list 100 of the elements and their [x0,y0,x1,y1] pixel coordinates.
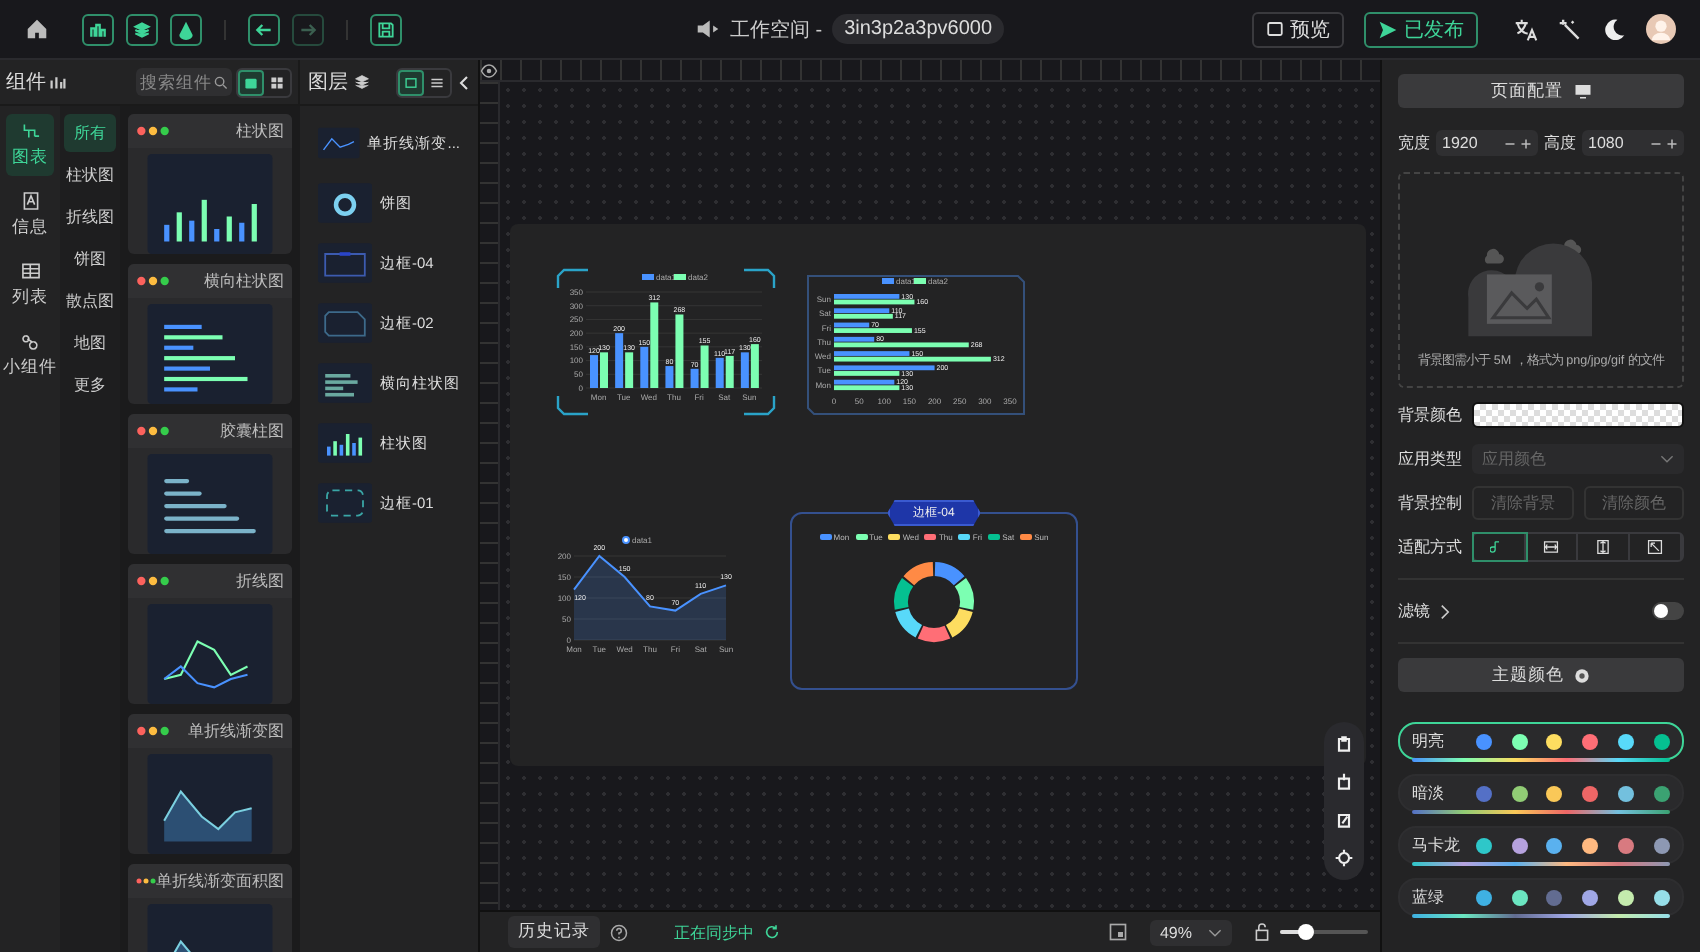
window-icon [1265,20,1284,38]
bar [625,352,634,388]
theme-option[interactable]: 蓝绿 [1398,878,1684,916]
category-tab[interactable]: 小组件 [6,324,54,386]
help-icon[interactable] [610,923,628,941]
eye-icon[interactable] [480,61,498,79]
fit-mode-selector[interactable] [1472,532,1684,562]
bar [665,366,674,388]
component-card[interactable]: 胶囊柱图 [128,414,292,554]
subcategory-item[interactable]: 更多 [64,366,116,404]
workspace-label: 工作空间 - [729,17,823,43]
search-icon [214,75,228,89]
publish-button[interactable]: 已发布 [1363,11,1478,47]
layer-thumbnail-drawing [318,422,372,464]
layer-thumbnail-drawing [318,122,360,164]
avatar-icon[interactable] [1645,14,1676,44]
translate-icon[interactable] [1513,17,1538,41]
subcategory-item[interactable]: 饼图 [64,240,116,278]
component-card[interactable]: 折线图 [128,564,292,704]
table-icon [19,260,41,282]
save-icon [376,19,396,39]
chevron-right-icon[interactable] [1440,603,1450,619]
monitor-icon [1573,82,1591,100]
bar [690,368,699,388]
category-tab[interactable]: 列表 [6,254,54,316]
bar-chart-icon [88,19,108,39]
page-config-button[interactable]: 页面配置 [1398,74,1684,108]
window-dots-icon [136,426,170,436]
bar [600,352,608,388]
width-input[interactable]: 1920 [1436,130,1538,156]
project-id: 3in3p2a3pv6000 [832,14,1005,44]
grid-icon [270,75,284,89]
chart-panel-toggle[interactable] [82,13,114,45]
layer-thumbnail-drawing [318,362,372,404]
bar [700,345,709,388]
subcategory-item[interactable]: 所有 [64,114,116,152]
minus-icon[interactable] [1504,137,1516,149]
arrow-right-icon [298,19,318,39]
layers-panel-toggle[interactable] [126,13,158,45]
lock-icon[interactable] [1254,922,1270,942]
theme-option[interactable]: 暗淡 [1398,774,1684,812]
single-column-view-button[interactable] [238,69,264,95]
clipboard-icon[interactable] [1334,734,1354,754]
zoom-select[interactable]: 49% [1149,919,1232,945]
thumbnail-view-button[interactable] [398,69,424,95]
bar [834,342,969,348]
subcategory-item[interactable]: 柱状图 [64,156,116,194]
subcategory-item[interactable]: 散点图 [64,282,116,320]
collapse-chevron-icon[interactable] [458,73,470,91]
category-tab[interactable]: 图表 [6,114,54,176]
caret-icon [1660,454,1674,464]
theme-color-button[interactable]: 主题颜色 [1398,658,1684,692]
field-label: 背景颜色 [1398,404,1462,426]
moon-icon[interactable] [1601,17,1626,41]
color-picker[interactable] [1472,402,1684,428]
text-icon [19,190,41,212]
component-card[interactable]: 单折线渐变面积图 [128,864,292,952]
bar [834,385,900,391]
detail-panel-toggle[interactable] [170,13,202,45]
plus-icon[interactable] [1520,137,1532,149]
theme-option[interactable]: 明亮 [1398,722,1684,760]
layer-thumbnail-drawing [318,482,372,524]
theme-option[interactable]: 马卡龙 [1398,826,1684,864]
bar [834,336,875,342]
subcategory-item[interactable]: 折线图 [64,198,116,236]
theme-name: 暗淡 [1412,782,1446,804]
bar [834,356,991,362]
preview-button[interactable]: 预览 [1251,11,1344,47]
thumbnail-drawing [146,304,274,404]
category-tab[interactable]: 信息 [6,184,54,246]
component-card[interactable]: 单折线渐变图 [128,714,292,854]
send-icon [1377,19,1398,39]
filter-toggle[interactable] [1652,602,1684,620]
undo-button[interactable] [248,13,280,45]
bar [640,346,649,388]
subcategory-item[interactable]: 地图 [64,324,116,362]
minimap-icon[interactable] [1107,922,1128,942]
plus-icon[interactable] [1666,137,1678,149]
history-button[interactable]: 历史记录 [508,916,600,948]
height-input[interactable]: 1080 [1582,130,1684,156]
field-label: 应用类型 [1398,448,1462,470]
minus-icon[interactable] [1650,137,1662,149]
square-icon [244,75,258,89]
edit-icon[interactable] [1334,810,1354,830]
field-label: 背景控制 [1398,492,1462,514]
magic-wand-icon[interactable] [1557,17,1582,41]
component-card[interactable]: 柱状图 [128,114,292,254]
search-field[interactable]: 搜索组件 [136,68,232,96]
donut-chart-drawing[interactable] [890,558,978,646]
layer-thumbnail-drawing [318,302,372,344]
save-button[interactable] [370,13,402,45]
bar [834,294,900,299]
theme-name: 蓝绿 [1412,886,1446,908]
fit-height-icon [1594,538,1612,556]
card-title: 胶囊柱图 [220,420,284,442]
layer-thumbnail-drawing [318,242,372,284]
fit-mode-button[interactable] [1474,534,1526,560]
component-card[interactable]: 横向柱状图 [128,264,292,404]
home-icon[interactable] [24,16,50,42]
layers-icon [354,74,370,90]
